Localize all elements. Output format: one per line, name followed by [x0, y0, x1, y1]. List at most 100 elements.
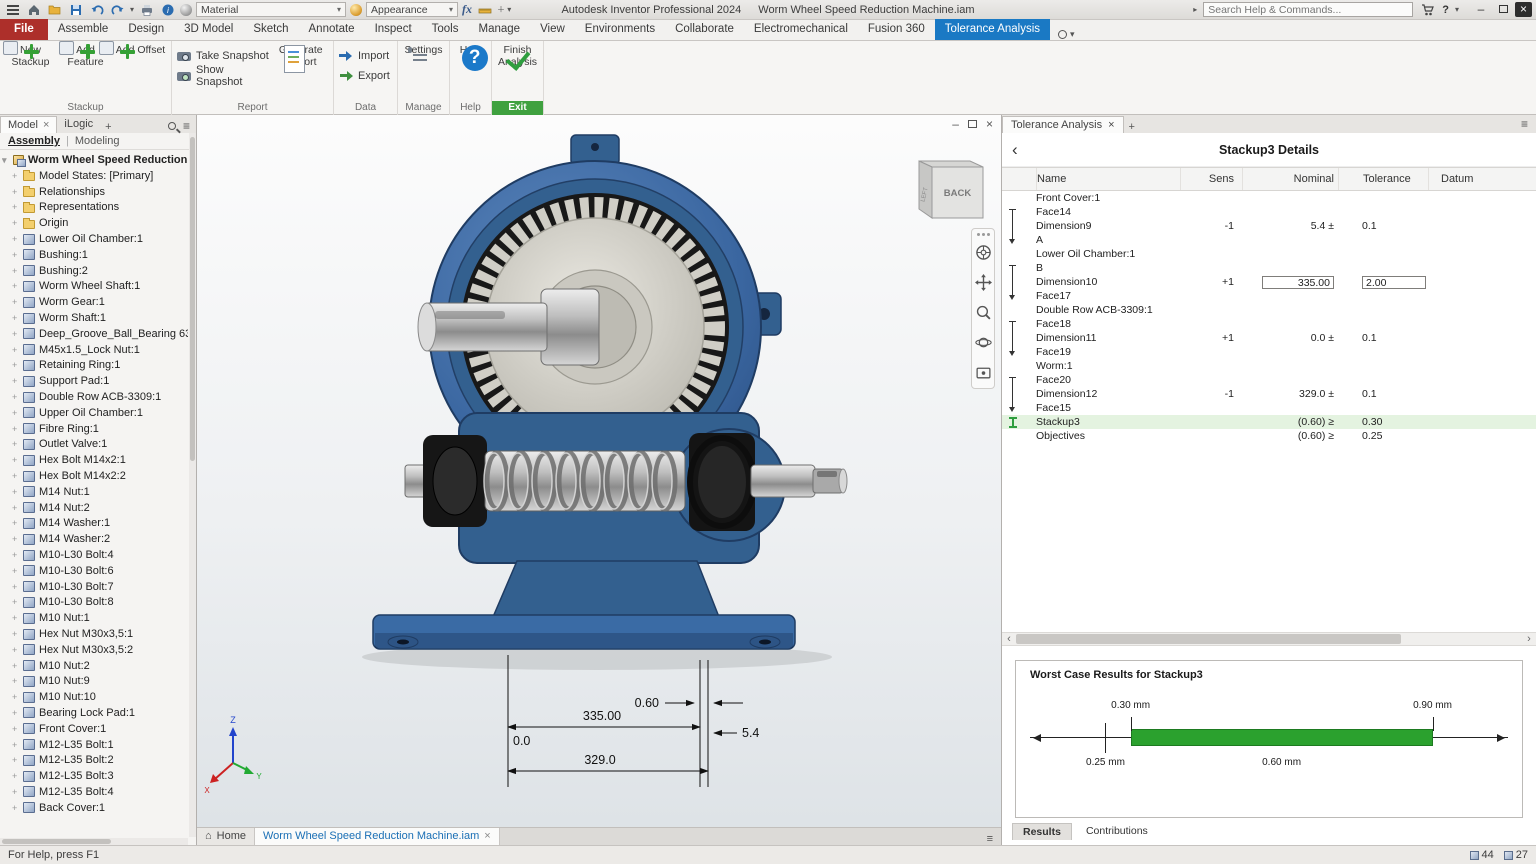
help-dropdown-icon[interactable]: ▾	[1455, 5, 1459, 14]
stackup-table-row[interactable]: Worm:1	[1002, 359, 1536, 373]
tree-item[interactable]: + Fibre Ring:1	[2, 421, 188, 437]
scrollbar-thumb[interactable]	[1016, 634, 1401, 644]
tree-root[interactable]: ▾ Worm Wheel Speed Reduction Machine	[2, 152, 188, 168]
back-button[interactable]: ‹	[1012, 141, 1018, 158]
expander-icon[interactable]: +	[12, 803, 19, 813]
show-snapshot-button[interactable]: Show Snapshot	[176, 67, 271, 84]
expander-icon[interactable]: +	[12, 345, 19, 355]
save-icon[interactable]	[67, 2, 84, 18]
row-name[interactable]: Worm:1	[1036, 360, 1180, 372]
tree-item[interactable]: + Bearing Lock Pad:1	[2, 705, 188, 721]
row-nominal[interactable]: 335.00	[1262, 276, 1334, 289]
group-label-help[interactable]: Help	[450, 101, 491, 115]
expander-icon[interactable]: +	[12, 613, 19, 623]
row-nominal[interactable]: (0.60) ≥	[1298, 416, 1334, 428]
home-icon[interactable]	[25, 2, 42, 18]
row-name[interactable]: Dimension12	[1036, 388, 1180, 400]
expander-icon[interactable]: ▾	[2, 155, 9, 166]
measure-icon[interactable]	[476, 2, 493, 18]
expander-icon[interactable]: +	[12, 487, 19, 497]
expander-icon[interactable]: +	[12, 724, 19, 734]
doc-close-icon[interactable]: ×	[986, 117, 993, 131]
row-name[interactable]: Objectives	[1036, 430, 1180, 442]
expander-icon[interactable]: +	[12, 408, 19, 418]
tree-item[interactable]: + Outlet Valve:1	[2, 437, 188, 453]
expander-icon[interactable]: +	[12, 661, 19, 671]
row-tolerance[interactable]: 0.1	[1362, 220, 1377, 232]
stackup-table-row[interactable]: Face20	[1002, 373, 1536, 387]
tree-item[interactable]: + M12-L35 Bolt:1	[2, 737, 188, 753]
undo-icon[interactable]	[88, 2, 105, 18]
minimize-button[interactable]: –	[1471, 2, 1491, 18]
column-nominal[interactable]: Nominal	[1242, 168, 1338, 190]
stackup-table-row[interactable]: Dimension11 +1 0.0 ± 0.1	[1002, 331, 1536, 345]
help-button[interactable]: Help	[454, 43, 487, 56]
dim-label[interactable]: 329.0	[584, 753, 615, 767]
view-cube[interactable]: BACK LEFT	[919, 161, 983, 218]
column-datum[interactable]: Datum	[1428, 168, 1536, 190]
row-name[interactable]: Dimension9	[1036, 220, 1180, 232]
row-name[interactable]: Dimension11	[1036, 332, 1180, 344]
row-name[interactable]: Face14	[1036, 206, 1180, 218]
tab-options[interactable]: ▾	[1058, 29, 1075, 40]
material-dropdown[interactable]: Material ▾	[196, 2, 346, 17]
viewport[interactable]: – ×	[197, 115, 1001, 845]
stackup-table-row[interactable]: Objectives (0.60) ≥ 0.25	[1002, 429, 1536, 443]
row-tolerance[interactable]: 0.1	[1362, 388, 1377, 400]
tree-item[interactable]: + M10-L30 Bolt:8	[2, 595, 188, 611]
row-tolerance[interactable]: 0.25	[1362, 430, 1382, 442]
mode-assembly[interactable]: Assembly	[8, 135, 60, 147]
expander-icon[interactable]: +	[12, 313, 19, 323]
doc-tab-home[interactable]: ⌂Home	[197, 828, 255, 845]
expander-icon[interactable]: +	[12, 439, 19, 449]
parameters-fx-icon[interactable]: fx	[462, 2, 472, 17]
close-button[interactable]: ×	[1515, 2, 1532, 17]
expander-icon[interactable]: +	[12, 503, 19, 513]
tree-item[interactable]: + Hex Bolt M14x2:2	[2, 468, 188, 484]
search-input[interactable]	[1203, 2, 1413, 17]
close-icon[interactable]: ×	[43, 117, 49, 134]
stackup-table-row[interactable]: Face15	[1002, 401, 1536, 415]
tree-item[interactable]: + Worm Gear:1	[2, 294, 188, 310]
tree-item[interactable]: + Worm Wheel Shaft:1	[2, 279, 188, 295]
expander-icon[interactable]: +	[12, 424, 19, 434]
close-icon[interactable]: ×	[484, 828, 490, 845]
row-nominal[interactable]: 5.4 ±	[1311, 220, 1334, 232]
doc-minimize-icon[interactable]: –	[952, 117, 959, 131]
expander-icon[interactable]: +	[12, 392, 19, 402]
ribbon-tab[interactable]: Collaborate	[665, 19, 744, 40]
app-store-cart-icon[interactable]	[1419, 2, 1436, 18]
tree-item[interactable]: + Origin	[2, 215, 188, 231]
expander-icon[interactable]: +	[12, 187, 19, 197]
stackup-table-row[interactable]: Lower Oil Chamber:1	[1002, 247, 1536, 261]
stackup-table-row[interactable]: B	[1002, 261, 1536, 275]
ribbon-tab[interactable]: Design	[118, 19, 174, 40]
dim-label[interactable]: 0.0	[513, 734, 530, 748]
browser-tab-model[interactable]: Model×	[0, 116, 57, 133]
row-name[interactable]: Double Row ACB-3309:1	[1036, 304, 1180, 316]
navbar-handle[interactable]	[977, 233, 990, 236]
stackup-table-row[interactable]: Face14	[1002, 205, 1536, 219]
tree-item[interactable]: + Hex Bolt M14x2:1	[2, 452, 188, 468]
tree-item[interactable]: + Front Cover:1	[2, 721, 188, 737]
group-label-report[interactable]: Report	[172, 101, 333, 115]
expander-icon[interactable]: +	[12, 360, 19, 370]
tree-item[interactable]: + M10-L30 Bolt:7	[2, 579, 188, 595]
scroll-right-icon[interactable]: ›	[1522, 633, 1536, 645]
print-icon[interactable]	[138, 2, 155, 18]
ribbon-tab[interactable]: Environments	[575, 19, 665, 40]
expander-icon[interactable]: +	[12, 534, 19, 544]
stackup-table-row[interactable]: Stackup3 (0.60) ≥ 0.30	[1002, 415, 1536, 429]
stackup-table-row[interactable]: A	[1002, 233, 1536, 247]
row-name[interactable]: Lower Oil Chamber:1	[1036, 248, 1180, 260]
row-name[interactable]: Face20	[1036, 374, 1180, 386]
tree-item[interactable]: + M10-L30 Bolt:4	[2, 547, 188, 563]
zoom-icon[interactable]	[975, 304, 992, 326]
tree-item[interactable]: + M12-L35 Bolt:2	[2, 752, 188, 768]
tree-item[interactable]: + M12-L35 Bolt:4	[2, 784, 188, 800]
navigation-wheel-icon[interactable]	[975, 244, 992, 266]
expander-icon[interactable]: +	[12, 281, 19, 291]
expander-icon[interactable]: +	[12, 740, 19, 750]
tree-item[interactable]: + M45x1.5_Lock Nut:1	[2, 342, 188, 358]
expander-icon[interactable]: +	[12, 787, 19, 797]
